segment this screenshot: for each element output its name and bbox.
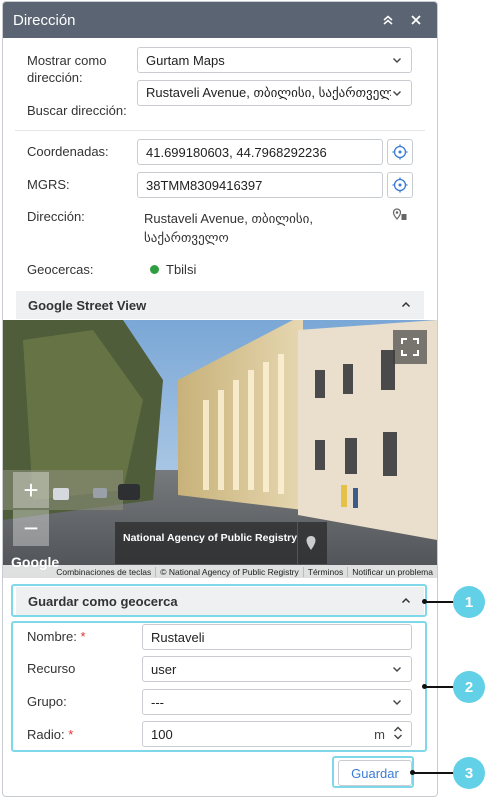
zoom-out-button[interactable]: − [13,510,49,546]
search-address-select[interactable]: Rustaveli Avenue, თბილისი, საქართველო [137,80,412,106]
mgrs-label: MGRS: [27,177,70,192]
address-value: Rustaveli Avenue, თბილისი, საქართველო [144,209,313,247]
callout-3-line [414,772,454,774]
location-sign: National Agency of Public Registry [123,532,298,544]
fullscreen-button[interactable] [393,330,427,364]
locate-mgrs-button[interactable] [387,172,413,198]
radius-label: Radio: * [27,727,73,742]
callout-3-badge: 3 [453,757,485,789]
map-source-select[interactable]: Gurtam Maps [137,47,412,73]
group-select[interactable]: --- [142,689,412,715]
collapse-window-icon[interactable] [377,9,399,31]
address-window: Dirección Mostrar como dirección: Gurtam… [2,1,438,797]
callout-1-line [426,601,454,603]
group-value: --- [151,694,164,710]
name-label: Nombre: * [27,629,86,644]
save-geofence-header[interactable]: Guardar como geocerca [16,587,424,615]
callout-2-line [426,686,454,688]
crosshair-icon [392,177,408,193]
address-line-1: Rustaveli Avenue, თბილისი, [144,211,314,226]
chevron-down-icon [391,54,403,66]
street-view-footer: Combinaciones de teclas © National Agenc… [3,565,437,578]
save-button[interactable]: Guardar [338,760,412,786]
map-source-value: Gurtam Maps [146,52,225,68]
street-view-title: Google Street View [28,297,147,313]
locate-coordinates-button[interactable] [387,139,413,165]
pin-copy-icon[interactable] [392,208,408,225]
coordinates-input[interactable]: 41.699180603, 44.7968292236 [137,139,383,165]
chevron-down-icon [391,696,403,708]
callout-2-badge: 2 [453,671,485,703]
report-problem-link[interactable]: Notificar un problema [347,566,437,577]
address-label: Dirección: [27,209,85,224]
address-line-2: საქართველო [144,230,229,245]
close-window-icon[interactable] [405,9,427,31]
mgrs-input[interactable]: 38TMM8309416397 [137,172,383,198]
coordinates-value: 41.699180603, 44.7968292236 [146,144,327,160]
fullscreen-icon [401,338,419,356]
stepper-icon[interactable] [393,725,403,744]
street-view-header[interactable]: Google Street View [16,291,424,319]
resource-select[interactable]: user [142,656,412,682]
required-mark: * [80,629,86,644]
group-label: Grupo: [27,694,67,709]
street-view-location-card: National Agency of Public Registry [115,522,327,564]
geofence-color-dot [150,265,159,274]
chevron-up-icon[interactable] [400,595,412,607]
radius-input[interactable]: 100 m [142,721,412,747]
radius-value: 100 [151,726,173,742]
chevron-down-icon [391,87,403,99]
callout-1-badge: 1 [453,586,485,618]
window-title: Dirección [13,11,76,29]
radius-label-text: Radio: [27,727,65,742]
coordinates-label: Coordenadas: [27,144,109,159]
divider [15,130,425,131]
save-geofence-title: Guardar como geocerca [28,593,178,609]
map-pin-icon[interactable] [297,522,323,564]
search-address-value: Rustaveli Avenue, თბილისი, საქართველო [146,85,391,100]
radius-unit: m [374,726,385,742]
chevron-up-icon[interactable] [400,299,412,311]
mgrs-value: 38TMM8309416397 [146,177,263,193]
search-address-label: Buscar dirección: [27,103,127,118]
street-view-panorama[interactable]: + − National Agency of Public Registry G… [3,320,437,578]
zoom-in-button[interactable]: + [13,472,49,508]
geofence-name-value: Rustaveli [151,629,205,645]
geofence-name[interactable]: Tbilsi [166,262,196,277]
resource-label: Recurso [27,661,76,676]
geofences-label: Geocercas: [27,262,94,277]
copyright-text: © National Agency of Public Registry [155,566,303,577]
keyboard-shortcuts-link[interactable]: Combinaciones de teclas [52,567,155,577]
resource-value: user [151,661,177,677]
terms-link[interactable]: Términos [302,566,347,577]
crosshair-icon [392,144,408,160]
required-mark: * [68,727,74,742]
name-label-text: Nombre: [27,629,77,644]
show-as-address-label: Mostrar como dirección: [27,53,107,85]
window-titlebar[interactable]: Dirección [3,2,437,38]
chevron-down-icon [391,663,403,675]
geofence-name-input[interactable]: Rustaveli [142,624,412,650]
